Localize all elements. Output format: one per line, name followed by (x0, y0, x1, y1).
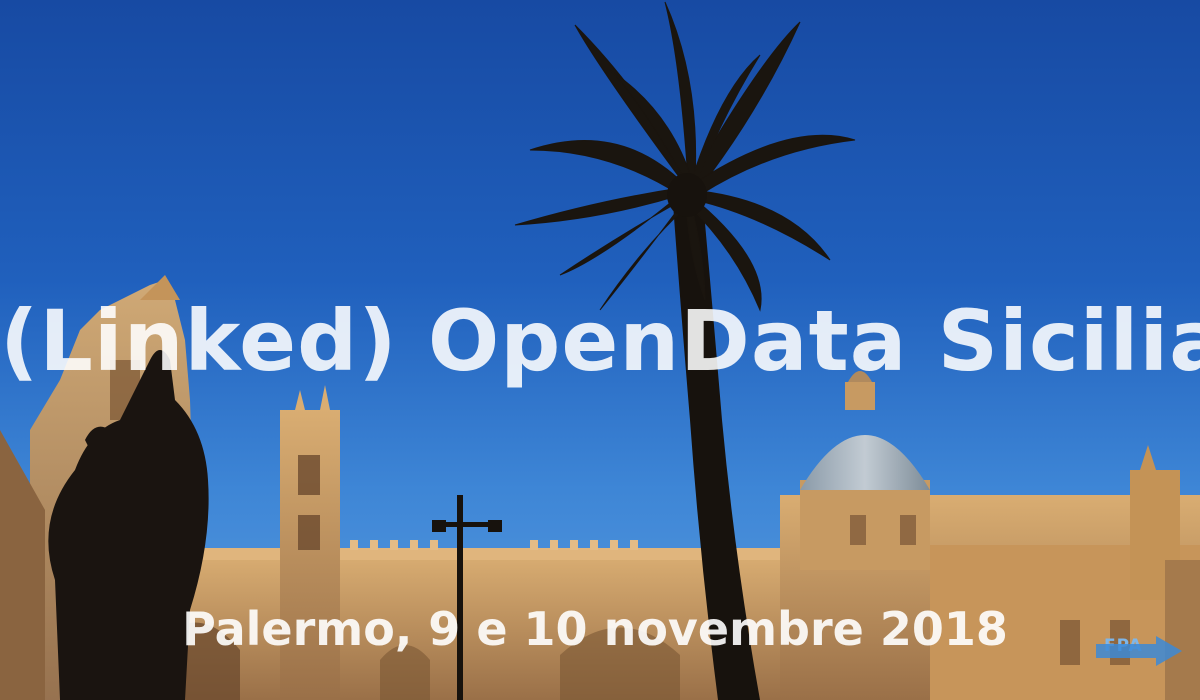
arrow-logo-icon (1096, 636, 1182, 666)
video-title: (Linked) OpenData Sicilia (0, 292, 1200, 390)
video-frame: (Linked) OpenData Sicilia Palermo, 9 e 1… (0, 0, 1200, 700)
event-date-caption: Palermo, 9 e 10 novembre 2018 (182, 602, 1008, 656)
fpa-logo: FPA (1096, 636, 1188, 692)
